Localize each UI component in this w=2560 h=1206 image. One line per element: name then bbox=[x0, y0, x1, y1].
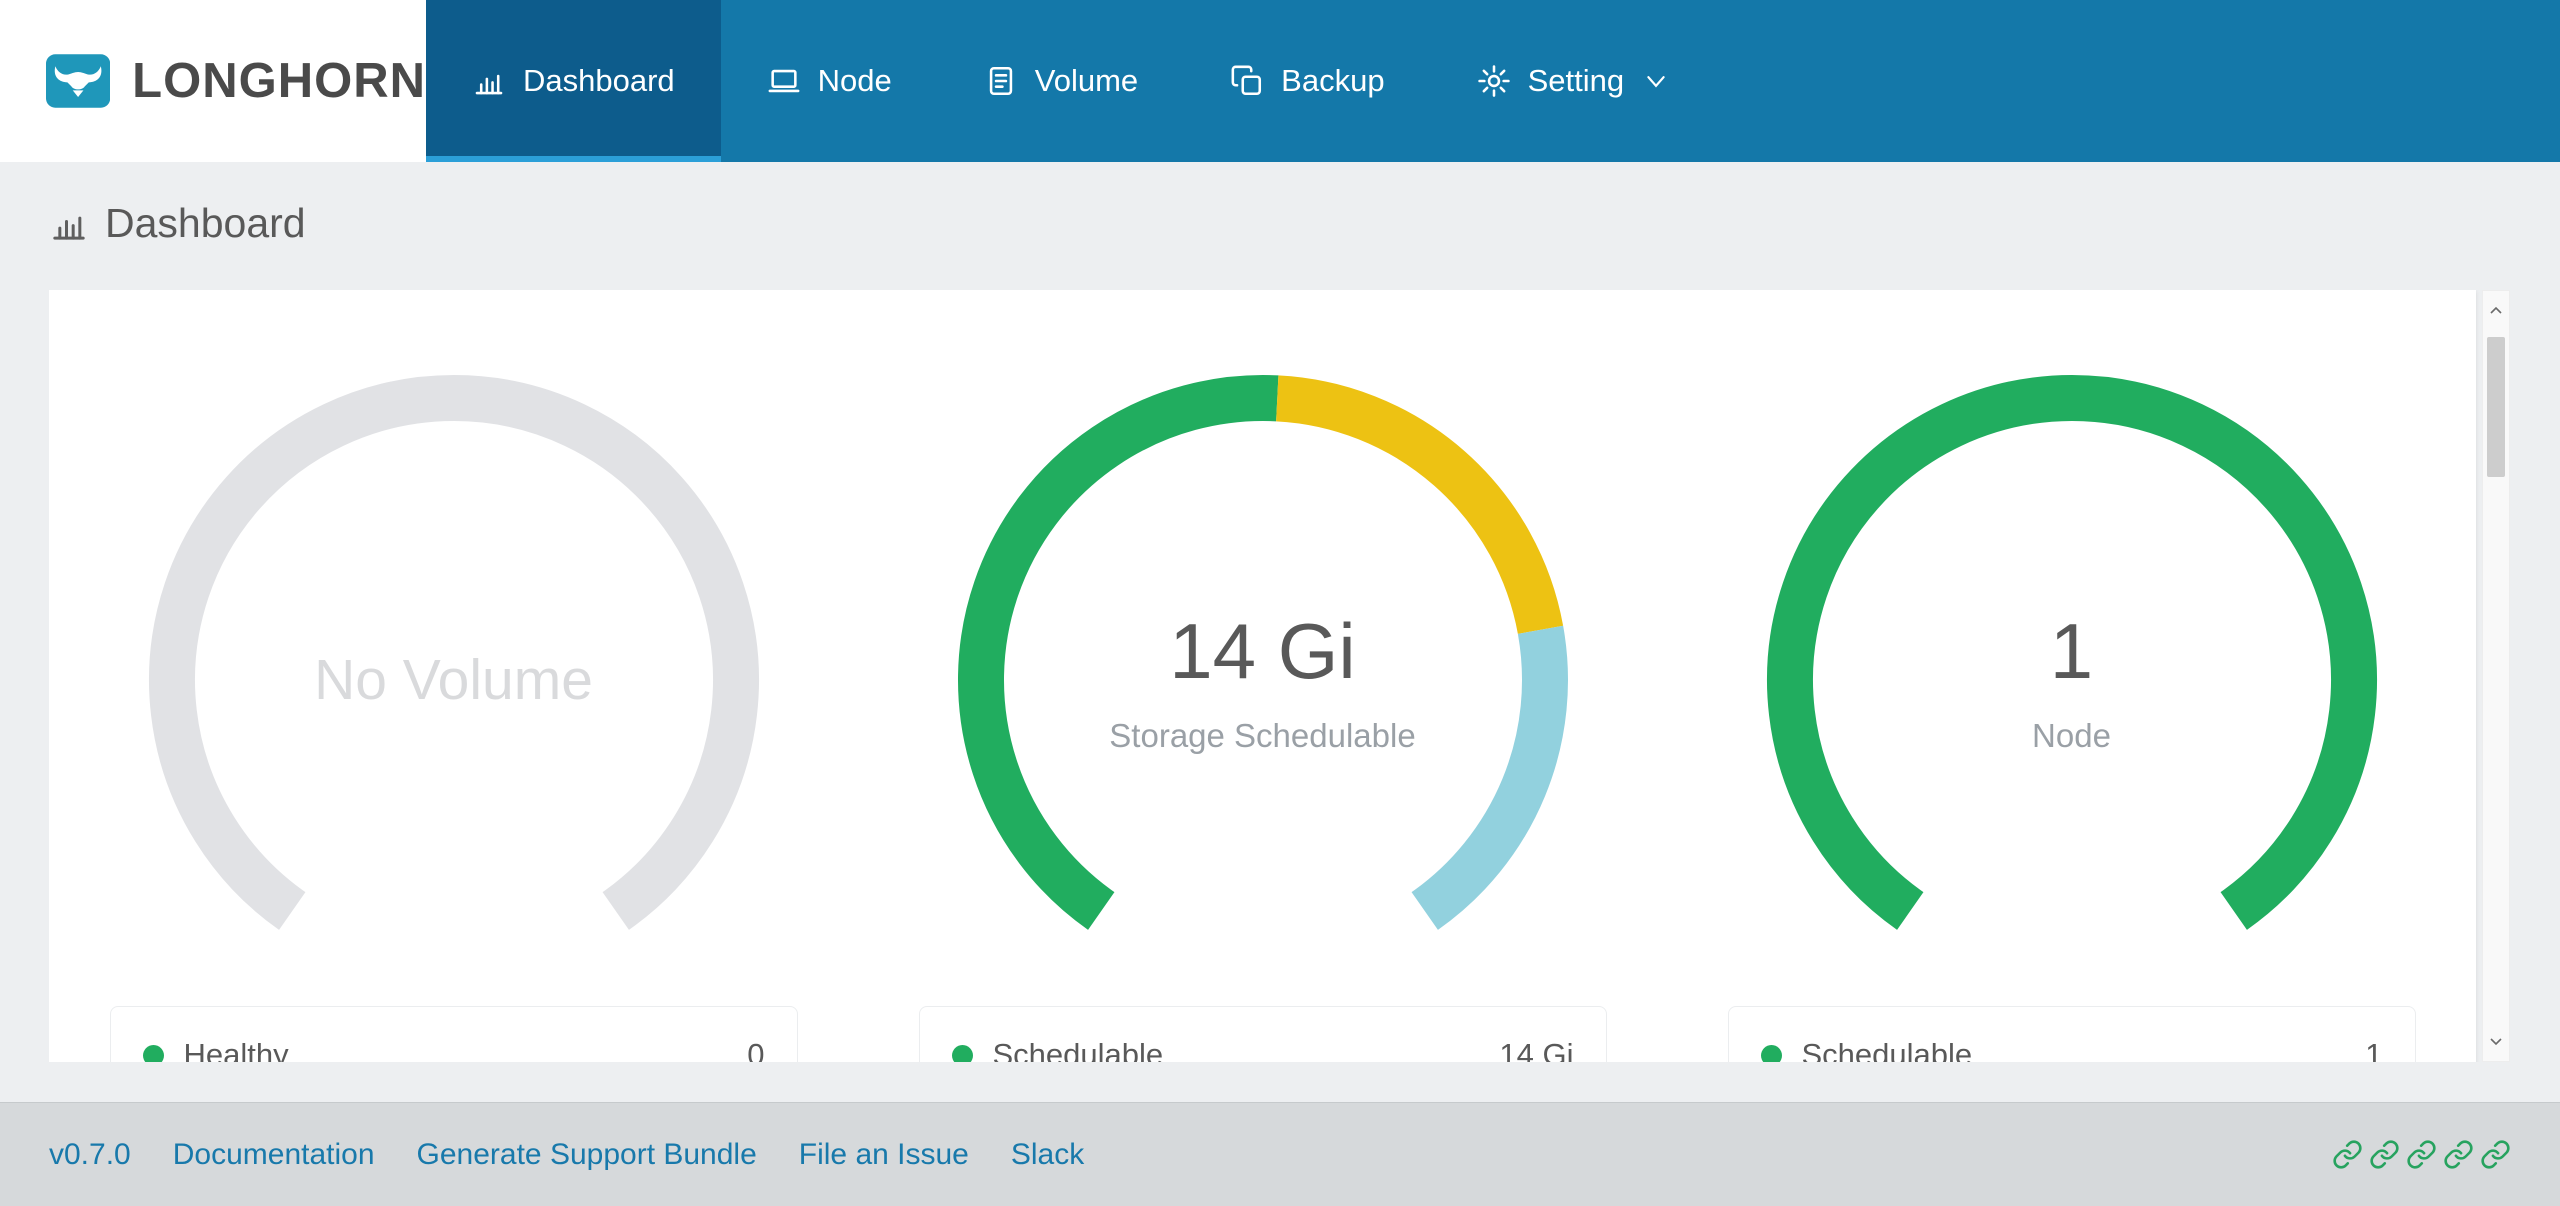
bar-chart-icon bbox=[472, 64, 506, 98]
footer-bar: v0.7.0 Documentation Generate Support Bu… bbox=[0, 1102, 2560, 1206]
nav-item-volume[interactable]: Volume bbox=[938, 0, 1184, 162]
nav-item-backup[interactable]: Backup bbox=[1184, 0, 1430, 162]
legend-value: 1 bbox=[2365, 1037, 2382, 1062]
gauge-center-text: 1 bbox=[2050, 606, 2093, 697]
nav-label: Backup bbox=[1281, 63, 1384, 99]
legend-value: 14 Gi bbox=[1499, 1037, 1573, 1062]
storage-legend-row[interactable]: Schedulable 14 Gi bbox=[919, 1006, 1607, 1062]
footer-link-documentation[interactable]: Documentation bbox=[173, 1138, 375, 1172]
vertical-scrollbar[interactable] bbox=[2482, 290, 2510, 1062]
main-nav: Dashboard Node Volume Backup bbox=[426, 0, 1715, 162]
legend-dot bbox=[1761, 1045, 1782, 1063]
footer-link-slack[interactable]: Slack bbox=[1011, 1138, 1084, 1172]
dashboard-content: No Volume Healthy 0 14 Gi Storage Schedu… bbox=[49, 290, 2510, 1062]
link-icon[interactable] bbox=[2406, 1139, 2437, 1170]
gauge-center-subtext: Storage Schedulable bbox=[1109, 717, 1415, 755]
database-icon bbox=[984, 64, 1018, 98]
top-nav-bar: LONGHORN Dashboard Node Volume bbox=[0, 0, 2560, 162]
copy-icon bbox=[1230, 64, 1264, 98]
gauge-center-text: No Volume bbox=[314, 647, 593, 713]
gear-icon bbox=[1477, 64, 1511, 98]
nav-label: Node bbox=[818, 63, 892, 99]
page-title-text: Dashboard bbox=[105, 200, 306, 247]
volume-legend-row[interactable]: Healthy 0 bbox=[110, 1006, 798, 1062]
scroll-up-button[interactable] bbox=[2483, 291, 2509, 331]
nav-item-setting[interactable]: Setting bbox=[1431, 0, 1716, 162]
longhorn-dashboard-page: LONGHORN Dashboard Node Volume bbox=[0, 0, 2560, 1206]
volume-gauge: No Volume bbox=[144, 370, 764, 990]
bar-chart-icon bbox=[49, 204, 89, 244]
page-title: Dashboard bbox=[49, 200, 306, 247]
link-icon[interactable] bbox=[2480, 1139, 2511, 1170]
nav-label: Volume bbox=[1035, 63, 1138, 99]
node-gauge-center: 1 Node bbox=[1762, 370, 2382, 990]
footer-link-icons bbox=[2332, 1139, 2511, 1170]
legend-label: Schedulable bbox=[1802, 1037, 2346, 1062]
gauge-center-text: 14 Gi bbox=[1169, 606, 1355, 697]
laptop-icon bbox=[767, 64, 801, 98]
chevron-down-icon bbox=[2488, 1033, 2504, 1049]
version-label: v0.7.0 bbox=[49, 1138, 131, 1172]
scroll-down-button[interactable] bbox=[2483, 1021, 2509, 1061]
dashboard-card: No Volume Healthy 0 14 Gi Storage Schedu… bbox=[49, 290, 2476, 1062]
volume-gauge-center: No Volume bbox=[144, 370, 764, 990]
link-icon[interactable] bbox=[2443, 1139, 2474, 1170]
legend-label: Healthy bbox=[184, 1037, 728, 1062]
nav-item-node[interactable]: Node bbox=[721, 0, 938, 162]
nav-label: Dashboard bbox=[523, 63, 675, 99]
chevron-down-icon bbox=[1643, 68, 1669, 94]
footer-link-file-issue[interactable]: File an Issue bbox=[799, 1138, 969, 1172]
node-gauge: 1 Node bbox=[1762, 370, 2382, 990]
legend-dot bbox=[143, 1045, 164, 1063]
volume-gauge-section: No Volume Healthy 0 bbox=[49, 290, 858, 1062]
link-icon[interactable] bbox=[2369, 1139, 2400, 1170]
legend-dot bbox=[952, 1045, 973, 1063]
logo[interactable]: LONGHORN bbox=[0, 0, 426, 162]
node-legend-row[interactable]: Schedulable 1 bbox=[1728, 1006, 2416, 1062]
longhorn-bull-icon bbox=[46, 43, 110, 119]
node-gauge-section: 1 Node Schedulable 1 bbox=[1667, 290, 2476, 1062]
legend-value: 0 bbox=[747, 1037, 764, 1062]
storage-gauge-center: 14 Gi Storage Schedulable bbox=[953, 370, 1573, 990]
scrollbar-thumb[interactable] bbox=[2487, 337, 2505, 477]
legend-label: Schedulable bbox=[993, 1037, 1480, 1062]
footer-link-support-bundle[interactable]: Generate Support Bundle bbox=[417, 1138, 757, 1172]
storage-gauge-section: 14 Gi Storage Schedulable Schedulable 14… bbox=[858, 290, 1667, 1062]
logo-text: LONGHORN bbox=[132, 53, 426, 109]
nav-item-dashboard[interactable]: Dashboard bbox=[426, 0, 721, 162]
link-icon[interactable] bbox=[2332, 1139, 2363, 1170]
nav-label: Setting bbox=[1528, 63, 1625, 99]
gauge-center-subtext: Node bbox=[2032, 717, 2111, 755]
storage-gauge: 14 Gi Storage Schedulable bbox=[953, 370, 1573, 990]
chevron-up-icon bbox=[2488, 303, 2504, 319]
